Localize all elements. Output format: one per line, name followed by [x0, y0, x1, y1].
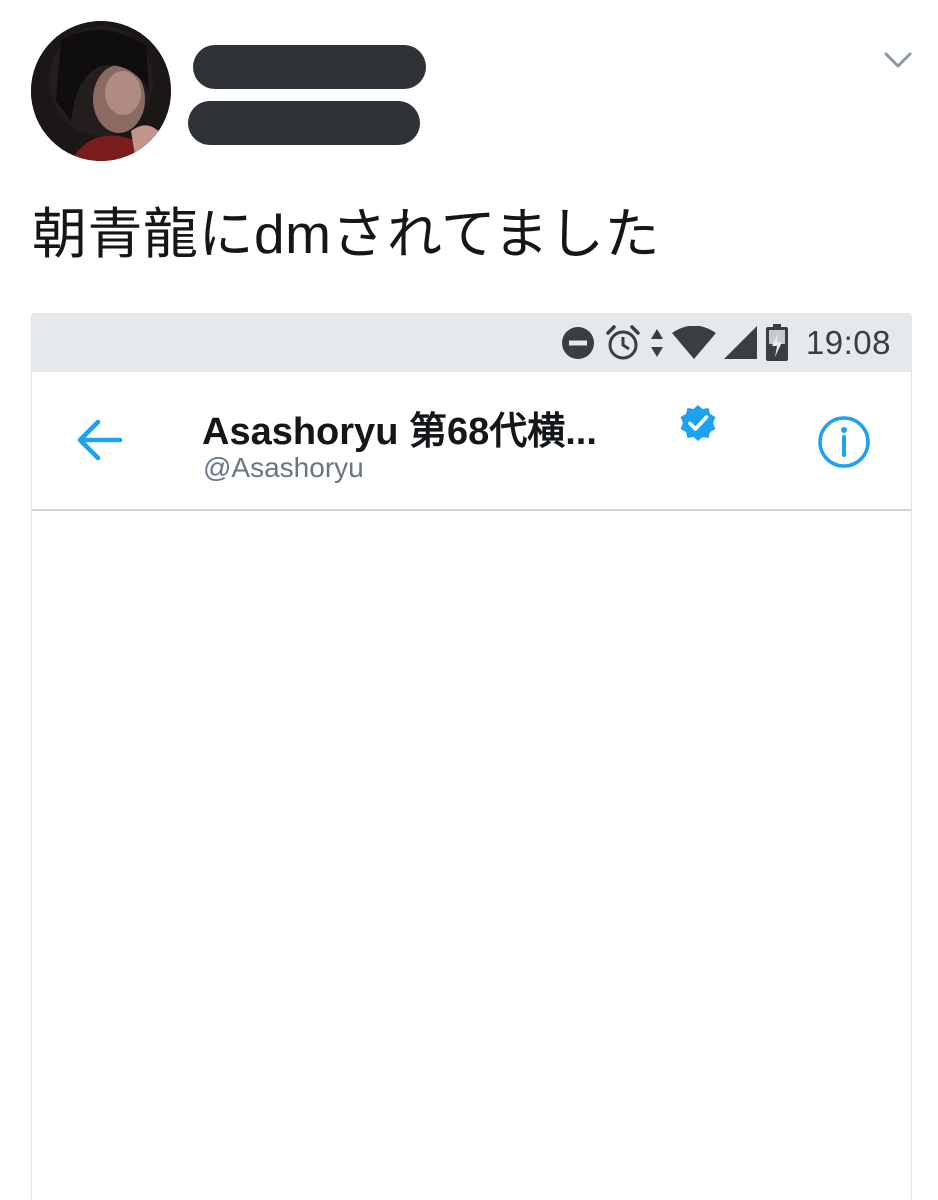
redacted-display-name — [193, 45, 426, 89]
avatar-photo — [31, 21, 171, 161]
tweet-card: 朝青龍にdmされてました 19:08 Asashoryu 第68代横... @A… — [0, 0, 938, 1200]
alarm-icon — [604, 324, 642, 362]
author-avatar[interactable] — [31, 21, 171, 161]
wifi-icon — [671, 326, 716, 360]
chevron-down-icon[interactable] — [882, 48, 914, 72]
status-bar: 19:08 — [32, 314, 911, 372]
status-icons: 19:08 — [560, 314, 891, 372]
do-not-disturb-icon — [560, 325, 596, 361]
cell-signal-icon — [723, 326, 758, 360]
tweet-text: 朝青龍にdmされてました — [32, 203, 661, 265]
attached-screenshot[interactable]: 19:08 Asashoryu 第68代横... @Asashoryu — [31, 313, 912, 1200]
redacted-username — [188, 101, 420, 145]
battery-charging-icon — [765, 324, 788, 362]
dm-conversation-header: Asashoryu 第68代横... @Asashoryu — [32, 372, 911, 511]
conversation-area — [32, 511, 911, 1200]
verified-badge-icon — [679, 404, 717, 442]
dm-recipient-handle: @Asashoryu — [203, 452, 364, 483]
back-arrow-icon[interactable] — [74, 418, 124, 462]
dm-recipient-name: Asashoryu 第68代横... — [202, 411, 597, 453]
status-time: 19:08 — [805, 324, 891, 361]
data-arrows-icon — [650, 327, 664, 359]
info-icon[interactable] — [817, 415, 871, 469]
